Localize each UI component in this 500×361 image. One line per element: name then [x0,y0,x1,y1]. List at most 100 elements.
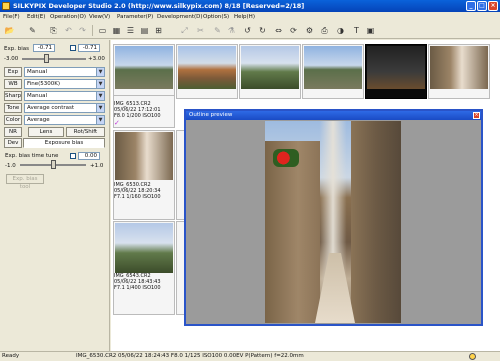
close-button[interactable]: × [488,1,498,11]
brush-icon[interactable]: ✎ [211,24,224,37]
thumbnail-5-selected[interactable] [365,44,427,99]
exp-bias-slider[interactable] [22,58,86,60]
color-button[interactable]: Color [4,115,22,125]
toolbar-separator [92,25,93,36]
tab-exposure-bias[interactable]: Exposure bias [23,138,105,148]
outline-preview-window[interactable]: Outline preview × [184,109,483,326]
thumbnail-1[interactable] [113,44,175,99]
redo-icon[interactable]: ↷ [76,24,89,37]
print-icon[interactable]: ⎙ [318,24,331,37]
grid-item-3-exposure: F7.1 1/400 ISO100 [114,285,161,291]
checkmark-icon: ✓ [114,119,120,127]
thumbnail-3[interactable] [239,44,301,99]
rotate-left-icon[interactable]: ↺ [241,24,254,37]
exp-mode-value: Manual [27,69,47,75]
tone-select[interactable]: Average contrast ▼ [24,103,105,113]
thumb-view-icon[interactable]: ▤ [138,24,151,37]
maximize-button[interactable]: □ [477,1,487,11]
grid-item-2-exposure: F7.1 1/160 ISO100 [114,194,161,200]
develop-icon[interactable]: ⚙ [303,24,316,37]
grid-item-2[interactable] [113,130,175,220]
wb-select[interactable]: Fine(5300K) ▼ [24,79,105,89]
exp-time-value[interactable]: 0.00 [78,152,100,160]
copy-icon[interactable]: ⎘ [47,24,60,37]
grid-view-icon[interactable]: ▦ [110,24,123,37]
sharp-button[interactable]: Sharp [4,91,22,101]
exp-bias-value[interactable]: -0.71 [33,44,55,52]
tool-icon[interactable]: ✂ [194,24,207,37]
menu-parameter[interactable]: Parameter(P) [117,12,153,22]
exp-bias-min: -3.00 [4,56,19,62]
thumbnail-image [367,46,425,89]
wb-button[interactable]: WB [4,79,22,89]
menu-edit[interactable]: Edit(E) [27,12,45,22]
exp-bias-value-2[interactable]: -0.71 [78,44,100,52]
preview-photo [265,121,401,323]
exp-time-slider-thumb[interactable] [51,160,56,169]
app-window: SILKYPIX Developer Studio 2.0 (http://ww… [0,0,500,361]
chevron-down-icon: ▼ [96,80,104,88]
single-view-icon[interactable]: ▭ [96,24,109,37]
status-bar: Ready IMG_6530.CR2 05/06/22 18:24:43 F8.… [0,351,500,361]
minimize-button[interactable]: _ [466,1,476,11]
menu-file[interactable]: File(F) [3,12,20,22]
status-indicator-icon [469,353,476,360]
close-icon[interactable]: × [473,112,480,119]
photo-right-wall [351,121,401,323]
menu-option[interactable]: Option(S) [203,12,229,22]
tab-nr[interactable]: NR [4,127,22,137]
text-tool-icon[interactable]: T [350,24,363,37]
exp-time-max: +1.0 [90,163,104,169]
rotate-right-icon[interactable]: ↻ [256,24,269,37]
exp-bias-slider-thumb[interactable] [44,54,50,63]
list-view-icon[interactable]: ☰ [124,24,137,37]
photo-path [315,253,355,323]
palette-icon[interactable]: ◑ [334,24,347,37]
exp-bias-checkbox[interactable] [70,45,76,51]
exp-time-checkbox[interactable] [70,153,76,159]
flip-icon[interactable]: ⇔ [272,24,285,37]
toolbar: 📂 ✎ ⎘ ↶ ↷ ▭ ▦ ☰ ▤ ⊞ ⤢ ✂ ✎ ⚗ ↺ ↻ ⇔ ⟳ ⚙ ⎙ … [0,22,500,39]
preview-title: Outline preview [186,111,481,120]
thumbnail-image [115,46,173,89]
grid-item-1-exposure: F8.0 1/200 ISO100 [114,113,161,119]
tab-lens[interactable]: Lens [28,127,64,137]
thumbnail-image [178,46,236,89]
filter-icon[interactable]: ⚗ [225,24,238,37]
photo-flowers [273,149,299,167]
info-icon[interactable]: ▣ [364,24,377,37]
wb-value: Fine(5300K) [27,81,61,87]
undo-icon[interactable]: ↶ [62,24,75,37]
fit-icon[interactable]: ⤢ [178,24,191,37]
color-value: Average [27,117,50,123]
exp-mode-select[interactable]: Manual ▼ [24,67,105,77]
save-icon[interactable]: ✎ [26,24,39,37]
grid-item-3[interactable] [113,221,175,315]
photo-left-wall [265,141,320,323]
sharp-select[interactable]: Manual ▼ [24,91,105,101]
status-info: IMG_6530.CR2 05/06/22 18:24:43 F8.0 1/12… [76,353,304,359]
menu-bar: File(F) Edit(E) Operation(O) View(V) Par… [0,12,500,22]
exp-bias-max: +3.00 [88,56,105,62]
sharp-value: Manual [27,93,47,99]
color-select[interactable]: Average ▼ [24,115,105,125]
exp-bias-tool-button[interactable]: Exp. bias tool [6,174,44,190]
thumbnail-image [241,46,299,89]
zoom-icon[interactable]: ⊞ [152,24,165,37]
menu-operation[interactable]: Operation(O) [50,12,86,22]
open-folder-icon[interactable]: 📂 [3,24,16,37]
chevron-down-icon: ▼ [96,104,104,112]
tone-button[interactable]: Tone [4,103,22,113]
refresh-icon[interactable]: ⟳ [287,24,300,37]
tab-rot-shift[interactable]: Rot/Shift [66,127,105,137]
chevron-down-icon: ▼ [96,68,104,76]
menu-development[interactable]: Development(D) [157,12,203,22]
thumbnail-4[interactable] [302,44,364,99]
chevron-down-icon: ▼ [96,92,104,100]
menu-view[interactable]: View(V) [89,12,110,22]
tab-dev[interactable]: Dev [4,138,22,148]
menu-help[interactable]: Help(H) [234,12,255,22]
exp-mode-button[interactable]: Exp [4,67,22,77]
thumbnail-6[interactable] [428,44,490,99]
thumbnail-2[interactable] [176,44,238,99]
